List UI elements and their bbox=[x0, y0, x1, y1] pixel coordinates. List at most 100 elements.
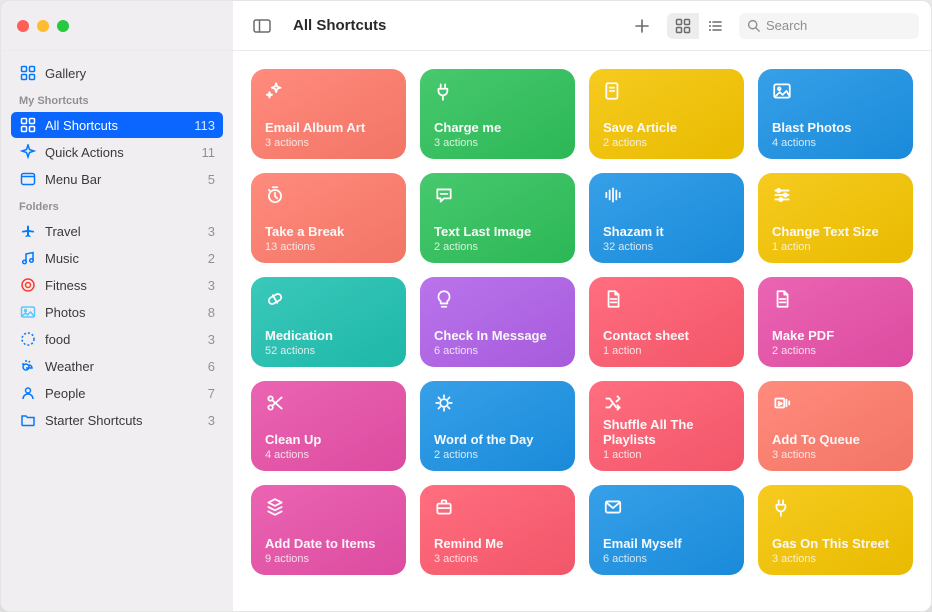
shortcut-card-shazam-it[interactable]: Shazam it32 actions bbox=[589, 173, 744, 263]
shortcut-subtitle: 3 actions bbox=[772, 553, 899, 565]
briefcase-icon bbox=[434, 497, 454, 517]
sidebar-item-label: Travel bbox=[45, 224, 200, 239]
shortcut-card-shuffle-all-the-playlists[interactable]: Shuffle All The Playlists1 action bbox=[589, 381, 744, 471]
sidebar-item-travel[interactable]: Travel3 bbox=[11, 218, 223, 244]
shortcut-card-text-last-image[interactable]: Text Last Image2 actions bbox=[420, 173, 575, 263]
shortcut-card-blast-photos[interactable]: Blast Photos4 actions bbox=[758, 69, 913, 159]
pill-icon bbox=[265, 289, 285, 309]
food-icon bbox=[19, 330, 37, 348]
shortcut-card-charge-me[interactable]: Charge me3 actions bbox=[420, 69, 575, 159]
grid-view-button[interactable] bbox=[667, 13, 699, 39]
shortcut-subtitle: 6 actions bbox=[434, 345, 561, 357]
shortcut-card-medication[interactable]: Medication52 actions bbox=[251, 277, 406, 367]
search-icon bbox=[747, 19, 760, 32]
sidebar-item-weather[interactable]: Weather6 bbox=[11, 353, 223, 379]
shortcut-subtitle: 6 actions bbox=[603, 553, 730, 565]
shuffle-icon bbox=[603, 393, 623, 413]
sidebar-item-label: Photos bbox=[45, 305, 200, 320]
shortcuts-window: All Shortcuts Search bbox=[0, 0, 932, 612]
shortcut-card-save-article[interactable]: Save Article2 actions bbox=[589, 69, 744, 159]
shortcut-card-make-pdf[interactable]: Make PDF2 actions bbox=[758, 277, 913, 367]
list-view-button[interactable] bbox=[699, 13, 731, 39]
sidebar-item-label: Menu Bar bbox=[45, 172, 200, 187]
sidebar-group-label: Folders bbox=[11, 193, 223, 217]
plug-icon bbox=[772, 497, 792, 517]
toggle-sidebar-button[interactable] bbox=[245, 13, 279, 39]
sidebar-item-photos[interactable]: Photos8 bbox=[11, 299, 223, 325]
shortcut-card-add-to-queue[interactable]: Add To Queue3 actions bbox=[758, 381, 913, 471]
sidebar-item-people[interactable]: People7 bbox=[11, 380, 223, 406]
search-placeholder: Search bbox=[766, 18, 807, 33]
shortcut-card-email-album-art[interactable]: Email Album Art3 actions bbox=[251, 69, 406, 159]
sidebar-item-food[interactable]: food3 bbox=[11, 326, 223, 352]
sidebar-item-all-shortcuts[interactable]: All Shortcuts113 bbox=[11, 112, 223, 138]
menubar-icon bbox=[19, 170, 37, 188]
shortcut-subtitle: 3 actions bbox=[772, 449, 899, 461]
page-title: All Shortcuts bbox=[293, 17, 386, 34]
shortcut-card-remind-me[interactable]: Remind Me3 actions bbox=[420, 485, 575, 575]
sidebar-item-music[interactable]: Music2 bbox=[11, 245, 223, 271]
shortcut-card-check-in-message[interactable]: Check In Message6 actions bbox=[420, 277, 575, 367]
shortcut-subtitle: 2 actions bbox=[603, 137, 730, 149]
shortcut-title: Email Album Art bbox=[265, 121, 392, 136]
shortcut-card-add-date-to-items[interactable]: Add Date to Items9 actions bbox=[251, 485, 406, 575]
search-input[interactable]: Search bbox=[739, 13, 919, 39]
sidebar-item-fitness[interactable]: Fitness 3 bbox=[11, 272, 223, 298]
shortcut-title: Shazam it bbox=[603, 225, 730, 240]
scissors-icon bbox=[265, 393, 285, 413]
close-window-button[interactable] bbox=[17, 20, 29, 32]
shortcut-card-word-of-the-day[interactable]: Word of the Day2 actions bbox=[420, 381, 575, 471]
sidebar-item-label: Weather bbox=[45, 359, 200, 374]
shortcut-subtitle: 2 actions bbox=[772, 345, 899, 357]
sidebar-item-count: 7 bbox=[208, 386, 215, 401]
page-icon bbox=[603, 289, 623, 309]
sidebar-item-label: food bbox=[45, 332, 200, 347]
gallery-icon bbox=[19, 64, 37, 82]
sliders-icon bbox=[772, 185, 792, 205]
shortcut-subtitle: 4 actions bbox=[265, 449, 392, 461]
sidebar-item-label: Fitness bbox=[45, 278, 200, 293]
shortcut-title: Check In Message bbox=[434, 329, 561, 344]
sidebar-item-count: 3 bbox=[208, 278, 215, 293]
shortcut-title: Text Last Image bbox=[434, 225, 561, 240]
stack-icon bbox=[265, 497, 285, 517]
shortcut-card-email-myself[interactable]: Email Myself6 actions bbox=[589, 485, 744, 575]
sidebar-item-starter-shortcuts[interactable]: Starter Shortcuts3 bbox=[11, 407, 223, 433]
shortcut-card-clean-up[interactable]: Clean Up4 actions bbox=[251, 381, 406, 471]
shortcut-title: Medication bbox=[265, 329, 392, 344]
shortcut-card-gas-on-this-street[interactable]: Gas On This Street3 actions bbox=[758, 485, 913, 575]
chat-icon bbox=[434, 185, 454, 205]
grid-icon bbox=[19, 116, 37, 134]
sidebar: Gallery My ShortcutsAll Shortcuts113Quic… bbox=[1, 51, 233, 611]
minimize-window-button[interactable] bbox=[37, 20, 49, 32]
shortcut-subtitle: 32 actions bbox=[603, 241, 730, 253]
fullscreen-window-button[interactable] bbox=[57, 20, 69, 32]
sidebar-item-quick-actions[interactable]: Quick Actions11 bbox=[11, 139, 223, 165]
sidebar-item-menu-bar[interactable]: Menu Bar5 bbox=[11, 166, 223, 192]
people-icon bbox=[19, 384, 37, 402]
sidebar-item-count: 2 bbox=[208, 251, 215, 266]
sidebar-item-gallery[interactable]: Gallery bbox=[11, 60, 223, 86]
page-icon bbox=[772, 289, 792, 309]
bulb-icon bbox=[434, 289, 454, 309]
sidebar-item-count: 3 bbox=[208, 413, 215, 428]
shortcut-subtitle: 1 action bbox=[603, 345, 730, 357]
sun-icon bbox=[434, 393, 454, 413]
timer-icon bbox=[265, 185, 285, 205]
shortcut-subtitle: 1 action bbox=[603, 449, 730, 461]
shortcut-title: Clean Up bbox=[265, 433, 392, 448]
shortcut-card-take-a-break[interactable]: Take a Break13 actions bbox=[251, 173, 406, 263]
main-content: Email Album Art3 actionsCharge me3 actio… bbox=[233, 51, 931, 611]
shortcut-title: Remind Me bbox=[434, 537, 561, 552]
fitness-icon bbox=[19, 276, 37, 294]
shortcut-title: Gas On This Street bbox=[772, 537, 899, 552]
sidebar-group-label: My Shortcuts bbox=[11, 87, 223, 111]
shortcut-title: Add To Queue bbox=[772, 433, 899, 448]
shortcut-card-change-text-size[interactable]: Change Text Size1 action bbox=[758, 173, 913, 263]
airplane-icon bbox=[19, 222, 37, 240]
shortcut-subtitle: 3 actions bbox=[265, 137, 392, 149]
shortcut-title: Email Myself bbox=[603, 537, 730, 552]
new-shortcut-button[interactable] bbox=[625, 13, 659, 39]
sidebar-item-count: 113 bbox=[194, 118, 215, 133]
shortcut-card-contact-sheet[interactable]: Contact sheet1 action bbox=[589, 277, 744, 367]
